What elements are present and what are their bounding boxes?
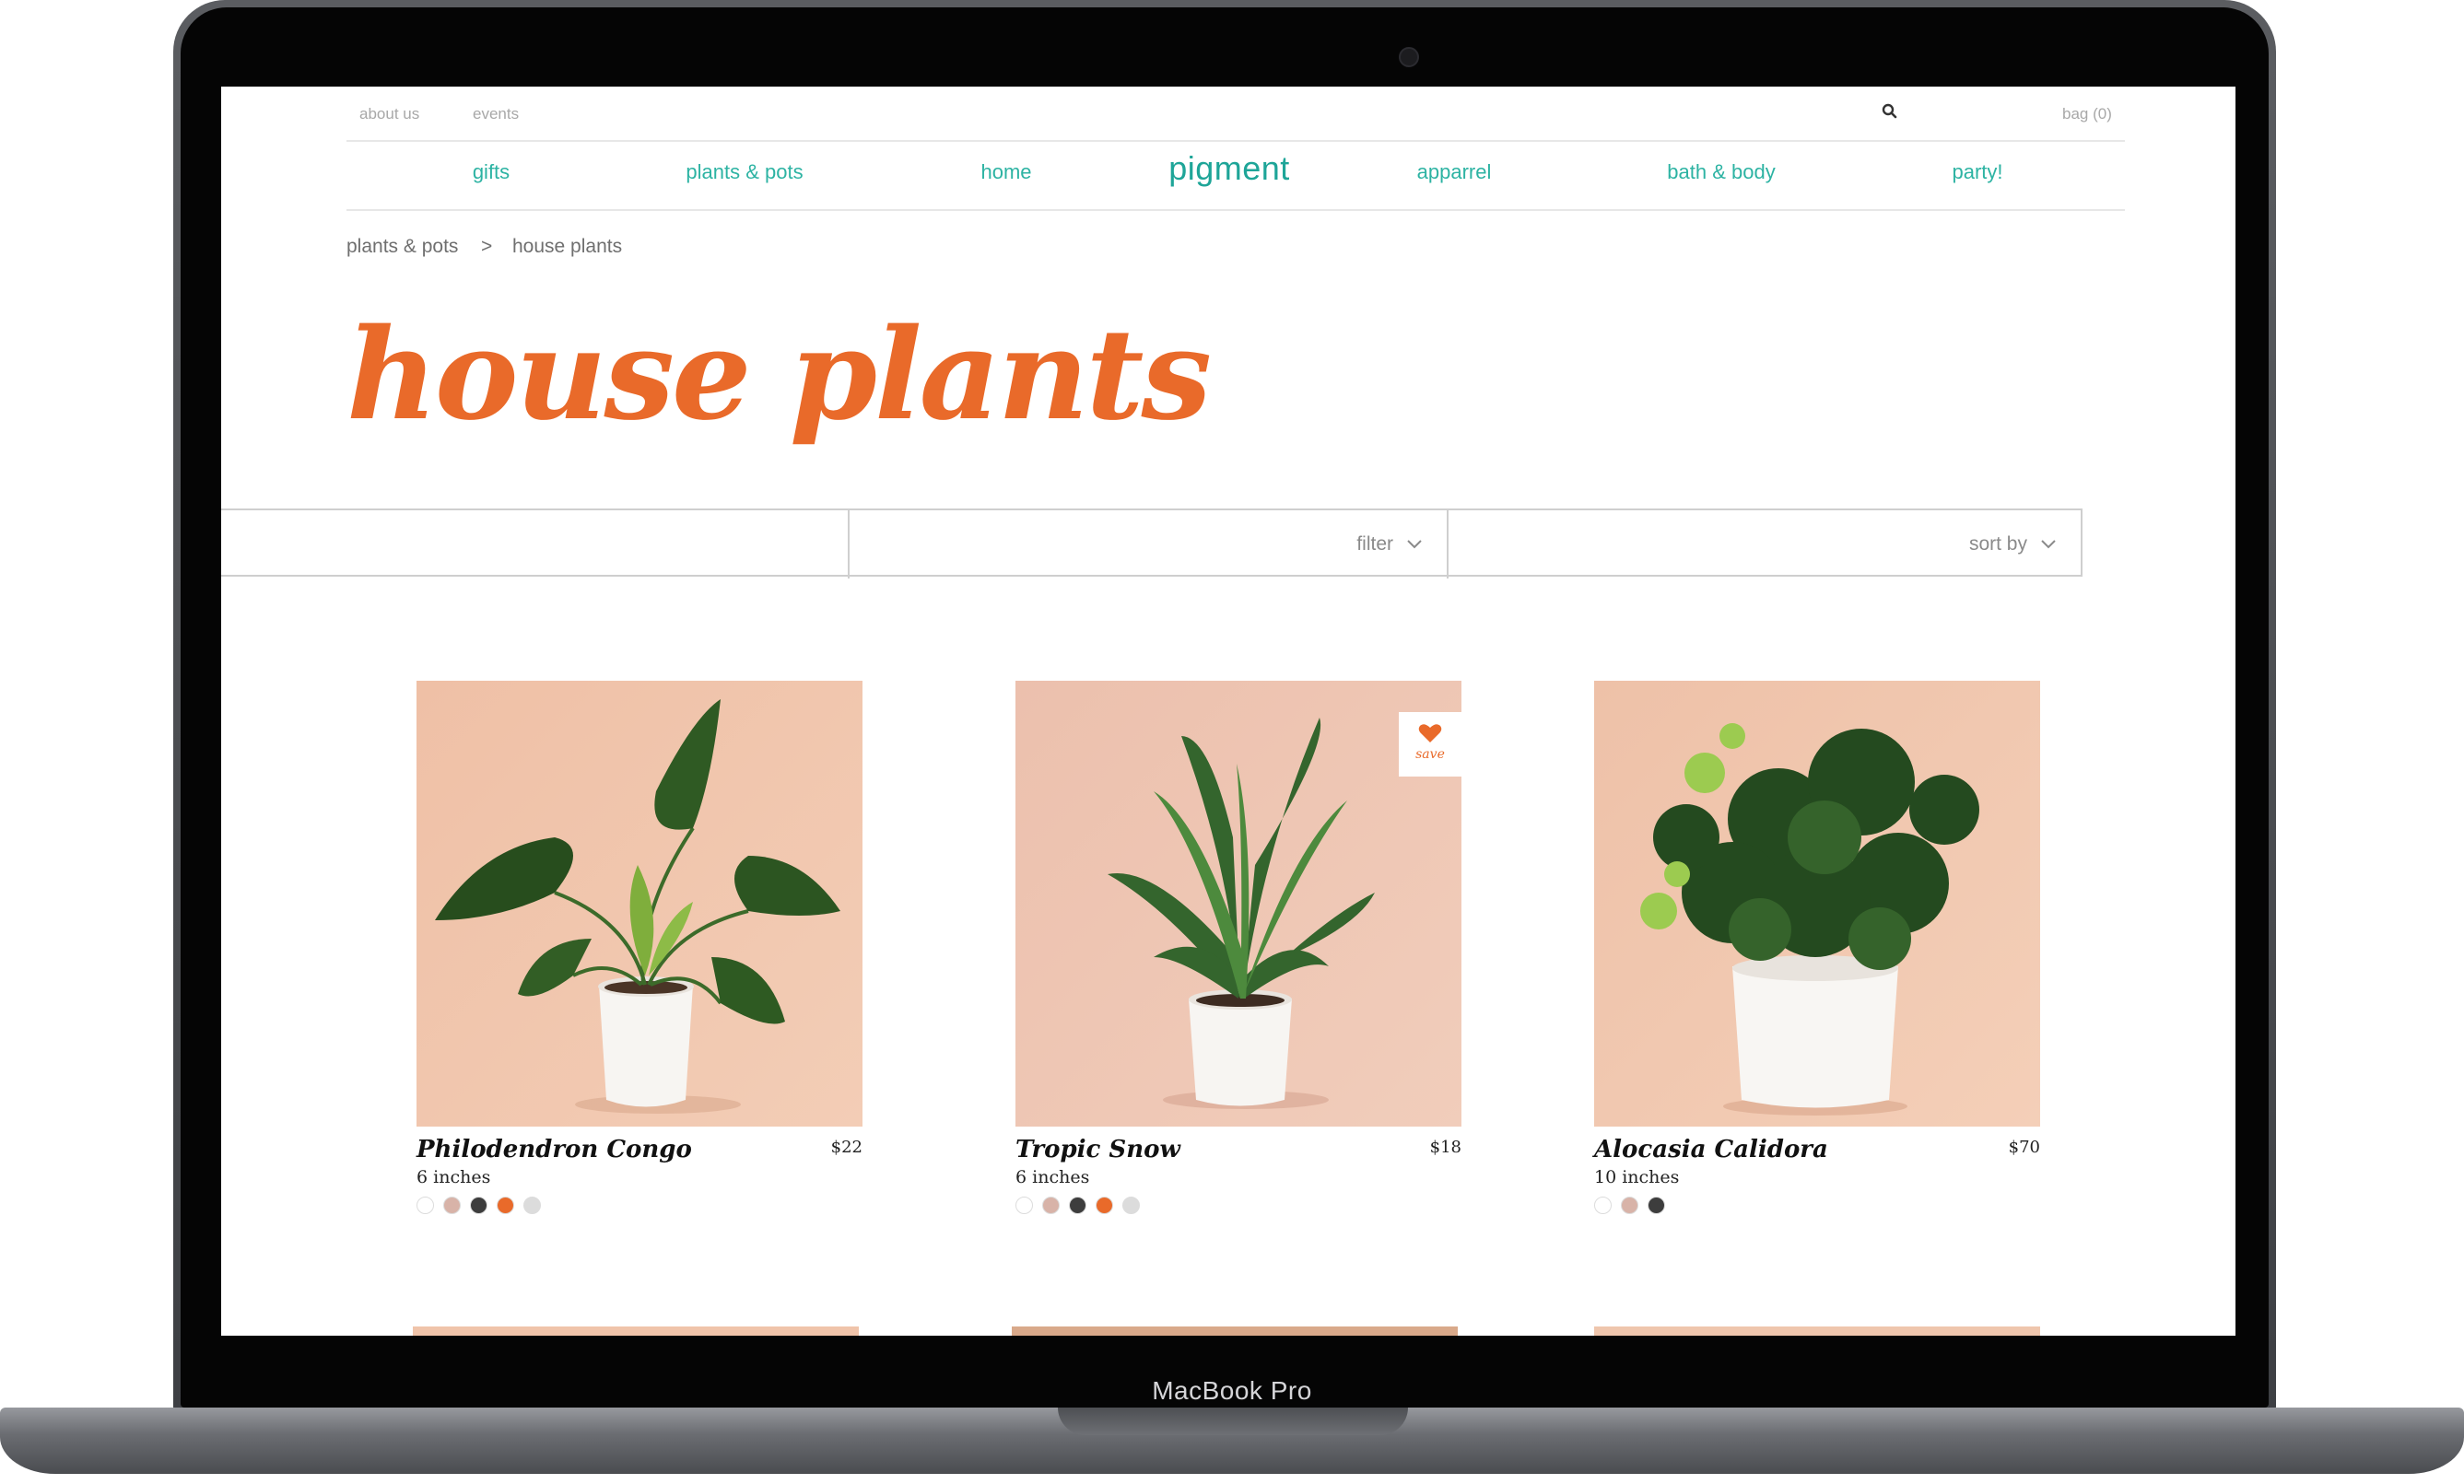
product-image-next-row[interactable] <box>1594 1326 2040 1336</box>
product-name[interactable]: Tropic Snow <box>1015 1136 1180 1163</box>
color-swatch[interactable] <box>1621 1197 1638 1214</box>
nav-item-home[interactable]: home <box>980 160 1031 184</box>
nav-item-apparrel[interactable]: apparrel <box>1417 160 1492 184</box>
nav-item-plants-pots[interactable]: plants & pots <box>686 160 803 184</box>
color-swatches <box>417 1197 541 1214</box>
chevron-down-icon <box>1407 540 1422 549</box>
product-card[interactable]: Alocasia Calidora $70 10 inches <box>1594 681 2040 1214</box>
sort-label: sort by <box>1968 533 2027 555</box>
breadcrumb-item-current: house plants <box>512 236 623 257</box>
events-link[interactable]: events <box>473 105 519 123</box>
nav-item-gifts[interactable]: gifts <box>473 160 510 184</box>
color-swatch[interactable] <box>1122 1197 1140 1214</box>
nav-item-bath-body[interactable]: bath & body <box>1667 160 1775 184</box>
color-swatch[interactable] <box>1042 1197 1060 1214</box>
breadcrumb-separator: > <box>481 236 493 257</box>
nav-item-party[interactable]: party! <box>1952 160 2002 184</box>
sort-dropdown[interactable]: sort by <box>1449 510 2081 578</box>
color-swatch[interactable] <box>1648 1197 1665 1214</box>
color-swatch[interactable] <box>1096 1197 1113 1214</box>
product-image[interactable]: save <box>1015 681 1461 1127</box>
save-label: save <box>1415 747 1445 762</box>
product-size: 6 inches <box>1015 1167 1090 1187</box>
filter-sort-bar: filter sort by <box>221 508 2083 578</box>
product-image-next-row[interactable] <box>413 1326 859 1336</box>
divider <box>346 140 2125 142</box>
product-price: $18 <box>1429 1138 1461 1157</box>
product-name[interactable]: Philodendron Congo <box>417 1136 692 1163</box>
chevron-down-icon <box>2041 540 2056 549</box>
product-name[interactable]: Alocasia Calidora <box>1594 1136 1828 1163</box>
color-swatches <box>1594 1197 1665 1214</box>
product-price: $22 <box>830 1138 862 1157</box>
utility-bar: about us events bag (0) <box>221 87 2235 140</box>
heart-icon <box>1418 724 1442 742</box>
filter-dropdown[interactable]: filter <box>850 510 1447 578</box>
camera-icon <box>1399 47 1419 67</box>
product-price: $70 <box>2008 1138 2040 1157</box>
search-icon[interactable] <box>1880 101 1900 122</box>
color-swatch[interactable] <box>1015 1197 1033 1214</box>
color-swatch[interactable] <box>1594 1197 1612 1214</box>
laptop-opening-notch <box>1058 1408 1408 1435</box>
product-size: 6 inches <box>417 1167 491 1187</box>
page-title: house plants <box>346 301 1212 449</box>
device-label: MacBook Pro <box>1152 1376 1312 1405</box>
product-card[interactable]: Philodendron Congo $22 6 inches <box>417 681 862 1214</box>
brand-logo[interactable]: pigment <box>1168 149 1290 188</box>
color-swatch[interactable] <box>443 1197 461 1214</box>
color-swatch[interactable] <box>1069 1197 1086 1214</box>
website-screen: about us events bag (0) gifts plants & p… <box>221 87 2235 1336</box>
save-button[interactable]: save <box>1399 712 1461 777</box>
product-size: 10 inches <box>1594 1167 1680 1187</box>
bag-link[interactable]: bag (0) <box>2062 105 2112 123</box>
product-image[interactable] <box>417 681 862 1127</box>
product-image[interactable] <box>1594 681 2040 1127</box>
product-image-next-row[interactable] <box>1012 1326 1458 1336</box>
divider <box>346 209 2125 211</box>
breadcrumb-item-plants-pots[interactable]: plants & pots <box>346 236 458 258</box>
color-swatches <box>1015 1197 1140 1214</box>
color-swatch[interactable] <box>470 1197 487 1214</box>
color-swatch[interactable] <box>497 1197 514 1214</box>
product-card[interactable]: save Tropic Snow $18 6 inches <box>1015 681 1461 1214</box>
filter-label: filter <box>1356 533 1393 555</box>
color-swatch[interactable] <box>417 1197 434 1214</box>
color-swatch[interactable] <box>523 1197 541 1214</box>
about-us-link[interactable]: about us <box>359 105 419 123</box>
